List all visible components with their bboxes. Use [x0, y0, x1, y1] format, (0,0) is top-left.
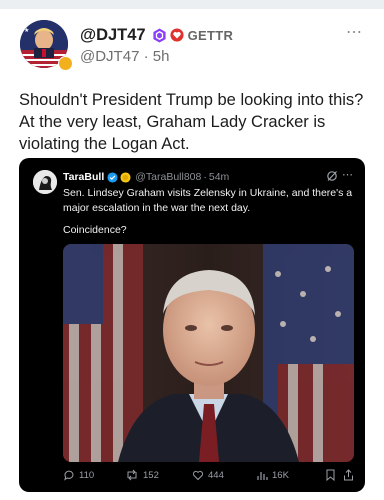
quoted-avatar-image — [33, 170, 57, 194]
like-icon — [192, 470, 204, 481]
quoted-header: TaraBull @TaraBull808 · 54m — [63, 171, 229, 183]
like-count: 444 — [208, 469, 224, 481]
bookmark-action[interactable] — [325, 469, 340, 481]
quoted-time: 54m — [208, 171, 230, 183]
share-icon — [344, 469, 353, 481]
bookmark-icon — [326, 469, 335, 481]
quoted-post-card[interactable]: TaraBull @TaraBull808 · 54m ⋯ Sen. Linds… — [19, 158, 365, 492]
photo-image — [63, 244, 354, 462]
quoted-separator: · — [203, 171, 207, 183]
share-action[interactable] — [343, 469, 358, 481]
views-icon — [257, 472, 268, 480]
quoted-text: Sen. Lindsey Graham visits Zelensky in U… — [63, 187, 353, 214]
post-text: Shouldn't President Trump be looking int… — [19, 91, 364, 153]
handle-row: @DJT47 · 5h — [80, 48, 169, 65]
reply-count: 110 — [79, 469, 95, 481]
quoted-actions: 110 152 444 16K — [63, 469, 353, 485]
more-icon[interactable]: ⋯ — [346, 25, 363, 41]
quoted-more-icon[interactable]: ⋯ — [342, 168, 354, 181]
quoted-avatar[interactable] — [33, 170, 57, 194]
svg-text:★: ★ — [24, 27, 29, 34]
views-action[interactable]: 16K — [256, 469, 289, 481]
gold-badge-icon — [58, 56, 73, 71]
display-name[interactable]: @DJT47 — [80, 26, 146, 45]
post-time: 5h — [152, 48, 170, 65]
hexagon-badge-icon — [153, 27, 166, 43]
separator: · — [143, 48, 149, 65]
quoted-photo[interactable] — [63, 244, 354, 462]
top-strip — [0, 0, 384, 9]
views-count: 16K — [272, 469, 289, 481]
repost-action[interactable]: 152 — [125, 469, 159, 481]
platform-label: GETTR — [187, 27, 234, 43]
grok-icon[interactable] — [326, 170, 338, 182]
heart-badge-icon — [170, 28, 184, 42]
repost-count: 152 — [143, 469, 159, 481]
coin-icon — [120, 171, 131, 183]
repost-icon — [127, 469, 137, 481]
verified-icon — [107, 171, 118, 183]
author-row: @DJT47 GETTR — [80, 25, 233, 45]
handle[interactable]: @DJT47 — [80, 48, 139, 65]
quoted-handle[interactable]: @TaraBull808 — [135, 171, 201, 183]
reply-icon — [64, 470, 74, 481]
like-action[interactable]: 444 — [192, 469, 224, 481]
reply-action[interactable]: 110 — [63, 469, 94, 481]
quoted-name[interactable]: TaraBull — [63, 171, 104, 183]
quoted-text-2: Coincidence? — [63, 224, 127, 236]
